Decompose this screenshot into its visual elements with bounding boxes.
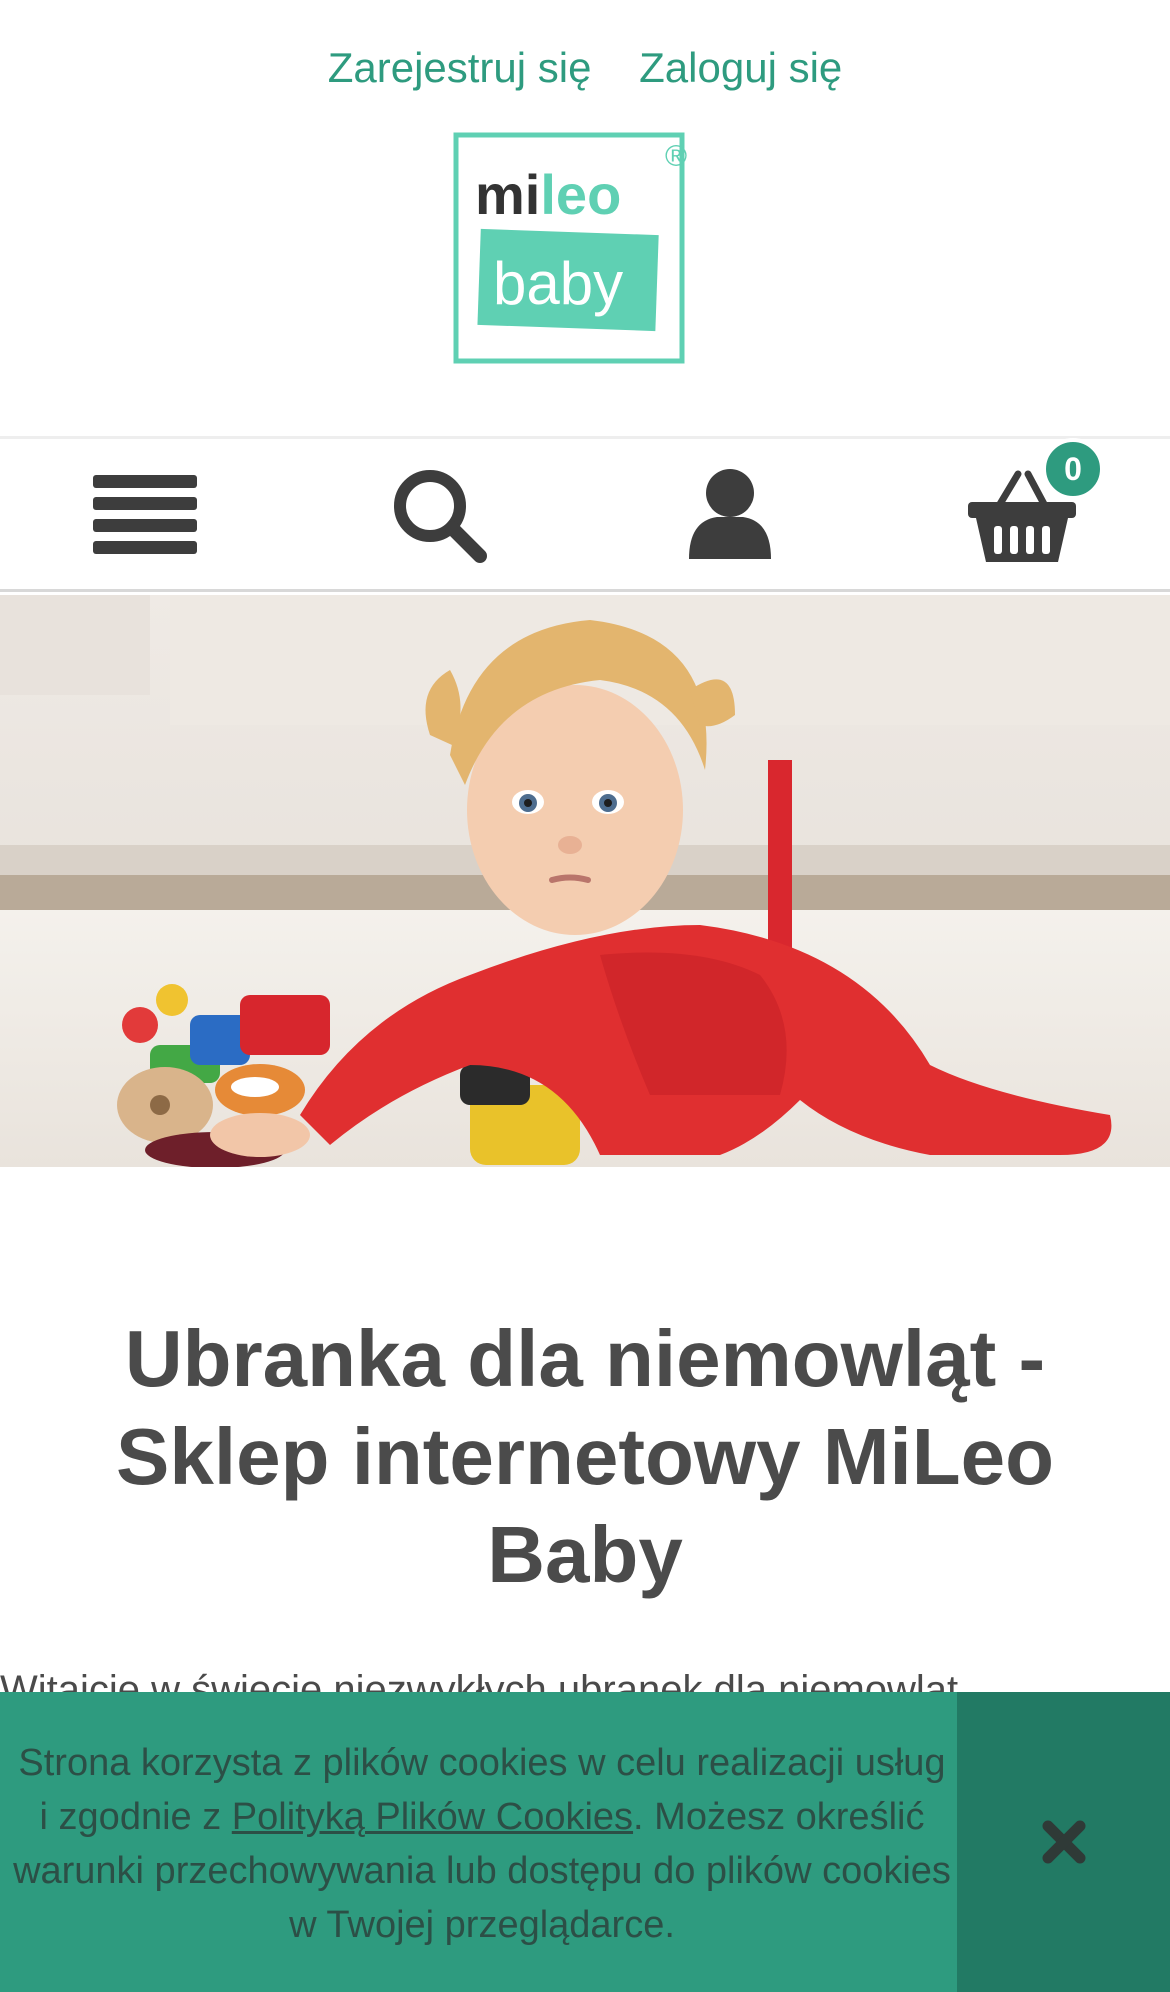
svg-text:mileo: mileo xyxy=(475,163,621,226)
cart-count-badge: 0 xyxy=(1042,438,1104,500)
search-icon xyxy=(394,470,487,563)
logo-text-baby: baby xyxy=(493,250,623,317)
search-button[interactable] xyxy=(292,439,584,589)
user-icon xyxy=(689,469,771,559)
logo[interactable]: ® mileo baby xyxy=(453,132,718,364)
login-link[interactable]: Zaloguj się xyxy=(639,44,842,91)
page-title: Ubranka dla niemowląt - Sklep internetow… xyxy=(116,1314,1054,1599)
cookie-policy-link[interactable]: Polityką Plików Cookies xyxy=(232,1796,633,1838)
cookie-banner: Strona korzysta z plików cookies w celu … xyxy=(0,1692,1170,1992)
logo-text-mi: mi xyxy=(475,163,540,226)
account-button[interactable] xyxy=(584,439,876,589)
register-link[interactable]: Zarejestruj się xyxy=(328,44,592,91)
cookie-text: Strona korzysta z plików cookies w celu … xyxy=(10,1736,954,1952)
menu-icon xyxy=(93,475,197,554)
menu-button[interactable] xyxy=(0,439,292,589)
logo-registered-mark: ® xyxy=(665,140,687,173)
close-icon xyxy=(1042,1820,1085,1864)
hero-image xyxy=(0,595,1170,1167)
cart-button[interactable] xyxy=(876,439,1168,589)
auth-links: Zarejestruj się Zaloguj się xyxy=(0,44,1170,92)
navbar xyxy=(0,436,1170,592)
cookie-close-button[interactable] xyxy=(957,1692,1170,1992)
logo-text-leo: leo xyxy=(540,163,621,226)
